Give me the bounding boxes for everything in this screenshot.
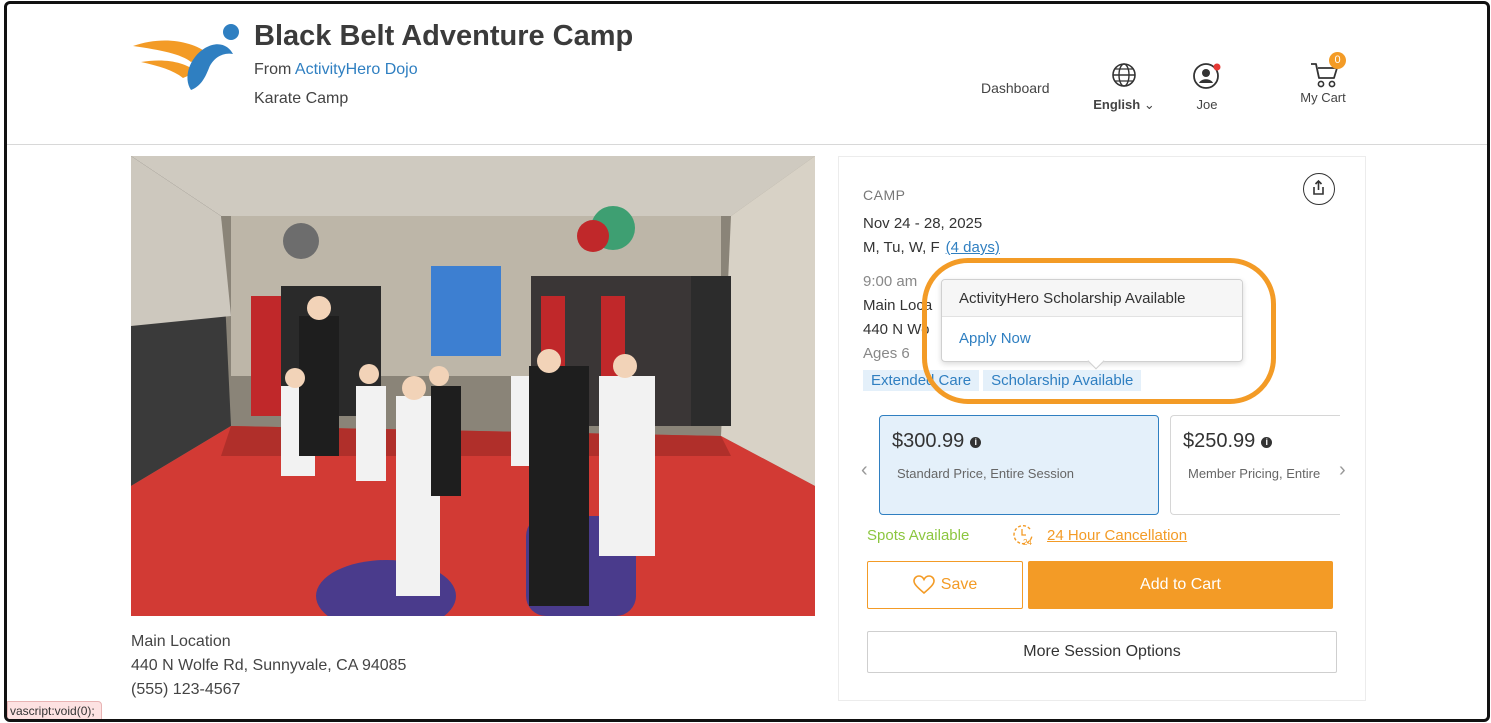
session-type: CAMP bbox=[863, 187, 906, 203]
session-dates: Nov 24 - 28, 2025 bbox=[863, 215, 983, 232]
globe-icon bbox=[1112, 63, 1136, 87]
heart-icon bbox=[912, 575, 935, 595]
info-icon[interactable]: i bbox=[1261, 437, 1273, 448]
session-address: 440 N Wo bbox=[863, 321, 930, 338]
availability-status: Spots Available bbox=[867, 527, 970, 544]
session-time: 9:00 am bbox=[863, 273, 918, 290]
pricing-carousel: ‹ $300.99 i Standard Price, Entire Sessio… bbox=[839, 415, 1365, 519]
activity-photo bbox=[131, 156, 815, 616]
session-days: M, Tu, W, F (4 days) bbox=[863, 239, 1000, 256]
user-avatar-icon bbox=[1193, 63, 1221, 89]
dashboard-link[interactable]: Dashboard bbox=[981, 80, 1050, 96]
browser-frame: Black Belt Adventure Camp From ActivityH… bbox=[4, 1, 1490, 722]
chevron-left-icon[interactable]: ‹ bbox=[861, 459, 868, 482]
provider-link[interactable]: ActivityHero Dojo bbox=[295, 61, 418, 78]
activityhero-logo bbox=[133, 24, 239, 90]
chevron-right-icon[interactable]: › bbox=[1339, 459, 1346, 482]
tag-scholarship[interactable]: Scholarship Available bbox=[983, 370, 1142, 391]
price-description: Member Pricing, Entire bbox=[1188, 466, 1321, 481]
location-name: Main Location bbox=[131, 633, 231, 650]
save-button[interactable]: Save bbox=[867, 561, 1023, 609]
provider-line: From ActivityHero Dojo bbox=[254, 61, 418, 79]
price-description: Standard Price, Entire Session bbox=[897, 466, 1075, 481]
activity-category: Karate Camp bbox=[254, 90, 349, 107]
session-tags: Extended Care Scholarship Available bbox=[863, 370, 1145, 391]
session-weekdays: M, Tu, W, F bbox=[863, 239, 940, 256]
session-location: Main Loca bbox=[863, 297, 933, 314]
cart-label: My Cart bbox=[1300, 90, 1346, 105]
location-address: 440 N Wolfe Rd, Sunnyvale, CA 94085 bbox=[131, 657, 407, 674]
scholarship-popover: ActivityHero Scholarship Available Apply… bbox=[941, 279, 1243, 370]
language-selector[interactable]: English ⌄ bbox=[1089, 62, 1159, 113]
price-option-member[interactable]: $250.99 i Member Pricing, Entire bbox=[1170, 415, 1340, 515]
days-link[interactable]: (4 days) bbox=[946, 239, 1000, 256]
popover-title: ActivityHero Scholarship Available bbox=[942, 280, 1242, 317]
page-header: Black Belt Adventure Camp From ActivityH… bbox=[7, 4, 1487, 145]
user-name: Joe bbox=[1196, 97, 1218, 112]
apply-now-link[interactable]: Apply Now bbox=[959, 330, 1031, 347]
price-amount: $250.99 i bbox=[1183, 430, 1273, 453]
cart-button[interactable]: 0 My Cart bbox=[1291, 52, 1355, 105]
svg-text:24: 24 bbox=[1023, 538, 1032, 547]
page-title: Black Belt Adventure Camp bbox=[254, 20, 634, 52]
share-icon bbox=[1313, 179, 1324, 195]
cancellation-policy-link[interactable]: 24 Hour Cancellation bbox=[1047, 527, 1187, 544]
share-button[interactable] bbox=[1303, 173, 1335, 205]
location-block: Main Location 440 N Wolfe Rd, Sunnyvale,… bbox=[131, 630, 406, 702]
chevron-down-icon: ⌄ bbox=[1143, 97, 1155, 112]
tag-extended-care: Extended Care bbox=[863, 370, 980, 391]
user-menu[interactable]: Joe bbox=[1187, 62, 1227, 112]
location-phone: (555) 123-4567 bbox=[131, 681, 241, 698]
session-ages: Ages 6 bbox=[863, 345, 910, 362]
add-to-cart-button[interactable]: Add to Cart bbox=[1028, 561, 1333, 609]
save-label: Save bbox=[940, 576, 978, 593]
browser-status-bar: vascript:void(0); bbox=[7, 701, 102, 719]
price-amount: $300.99 i bbox=[892, 430, 982, 453]
session-panel: CAMP Nov 24 - 28, 2025 M, Tu, W, F (4 day… bbox=[838, 156, 1366, 701]
from-label: From bbox=[254, 61, 292, 78]
language-label: English ⌄ bbox=[1093, 97, 1155, 112]
cart-count-badge: 0 bbox=[1329, 52, 1346, 69]
clock-24-icon: 24 bbox=[1013, 525, 1033, 547]
info-icon[interactable]: i bbox=[970, 437, 982, 448]
more-session-options-button[interactable]: More Session Options bbox=[867, 631, 1337, 673]
price-option-standard[interactable]: $300.99 i Standard Price, Entire Session bbox=[879, 415, 1159, 515]
